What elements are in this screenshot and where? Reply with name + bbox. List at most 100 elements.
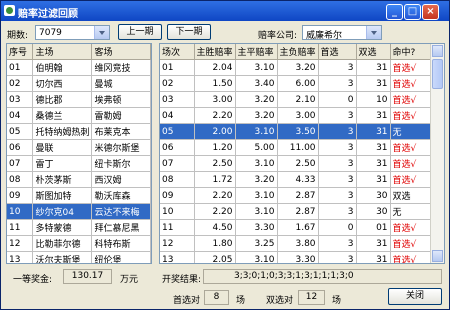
- table-cell: 0: [318, 91, 357, 108]
- chevron-down-icon[interactable]: [94, 26, 109, 39]
- table-row[interactable]: 12 1.80 3.25 3.80 3 31 首选√: [160, 235, 431, 252]
- table-cell: 09: [7, 187, 34, 204]
- double-correct-label: 双选对: [266, 296, 294, 306]
- table-row[interactable]: 12 比勒菲尔德 科特布斯: [7, 235, 151, 252]
- table-row[interactable]: 10 纱尔克04 云达不来梅: [7, 203, 151, 220]
- table-row[interactable]: 10 2.20 3.10 2.87 3 30 无: [160, 203, 431, 220]
- table-row[interactable]: 06 1.20 5.00 11.00 3 31 首选√: [160, 139, 431, 156]
- table-cell: 12: [7, 235, 34, 252]
- chevron-down-icon[interactable]: [366, 26, 381, 39]
- scroll-down-icon[interactable]: [432, 250, 443, 262]
- table-row[interactable]: 02 切尔西 曼城: [7, 75, 151, 92]
- table-cell: 10: [356, 91, 391, 108]
- table-row[interactable]: 07 雷丁 纽卡斯尔: [7, 155, 151, 172]
- matches-table[interactable]: 序号 主场 客场 01 伯明翰 维冈竞技 02 切尔西 曼城 03 德比郡 埃弗顿 04 桑德兰 雷勒姆 0…: [6, 43, 152, 264]
- table-cell: 3: [318, 235, 357, 252]
- scroll-up-icon[interactable]: [432, 45, 443, 57]
- table-row[interactable]: 03 德比郡 埃弗顿: [7, 91, 151, 108]
- odds-header-1[interactable]: 主胜赔率: [194, 44, 236, 60]
- table-row[interactable]: 08 1.72 3.20 4.33 3 31 首选√: [160, 171, 431, 188]
- table-cell: 无: [390, 203, 431, 220]
- odds-header-0[interactable]: 场次: [160, 44, 195, 60]
- table-cell: 31: [356, 75, 391, 92]
- table-row[interactable]: 08 朴茨茅斯 西汉姆: [7, 171, 151, 188]
- table-row[interactable]: 03 3.00 3.20 2.10 0 10 首选√: [160, 91, 431, 108]
- table-row[interactable]: 06 曼联 米德尔斯堡: [7, 139, 151, 156]
- table-row[interactable]: 13 沃尔夫斯堡 纽伦堡: [7, 251, 151, 263]
- table-cell: 埃弗顿: [91, 91, 151, 108]
- next-period-button[interactable]: 下一期: [167, 24, 211, 40]
- table-cell: 04: [7, 107, 34, 124]
- table-cell: 1.20: [194, 139, 236, 156]
- table-cell: 首选√: [390, 171, 431, 188]
- table-cell: 6.00: [277, 75, 319, 92]
- table-row[interactable]: 13 2.05 3.10 3.30 3 31 首选√: [160, 251, 431, 263]
- table-cell: 维冈竞技: [91, 59, 151, 76]
- table-cell: 2.05: [194, 251, 236, 263]
- table-cell: 伯明翰: [32, 59, 93, 76]
- first-correct-label: 首选对: [173, 296, 201, 306]
- odds-table[interactable]: 场次 主胜赔率 主平赔率 主负赔率 首选 双选 命中? 01 2.04 3.10 3.20 3 31 首…: [159, 43, 445, 264]
- table-row[interactable]: 04 2.20 3.20 3.00 3 31 首选√: [160, 107, 431, 124]
- table-row[interactable]: 11 4.50 3.30 1.67 0 01 首选√: [160, 219, 431, 236]
- table-cell: 2.00: [194, 123, 236, 140]
- table-cell: 3.80: [277, 235, 319, 252]
- table-cell: 08: [160, 171, 195, 188]
- table-cell: 4.33: [277, 171, 319, 188]
- table-row[interactable]: 05 2.00 3.10 3.50 3 31 无: [160, 123, 431, 140]
- matches-grid: 序号 主场 客场 01 伯明翰 维冈竞技 02 切尔西 曼城 03 德比郡 埃弗顿 04 桑德兰 雷勒姆 0…: [7, 44, 151, 263]
- table-cell: 首选√: [390, 155, 431, 172]
- table-cell: 2.50: [277, 155, 319, 172]
- table-cell: 无: [390, 123, 431, 140]
- maximize-button[interactable]: □: [404, 4, 421, 20]
- table-row[interactable]: 05 托特纳姆热刺 布莱克本: [7, 123, 151, 140]
- table-cell: 2.50: [194, 155, 236, 172]
- table-row[interactable]: 01 伯明翰 维冈竞技: [7, 59, 151, 76]
- first-correct-field: 8: [204, 290, 229, 305]
- table-row[interactable]: 09 2.20 3.10 2.87 3 30 双选: [160, 187, 431, 204]
- odds-scrollbar[interactable]: [430, 44, 444, 263]
- table-cell: 11: [160, 219, 195, 236]
- odds-header-4[interactable]: 首选: [318, 44, 357, 60]
- table-cell: 德比郡: [32, 91, 93, 108]
- company-select[interactable]: 威廉希尔: [302, 25, 382, 41]
- table-cell: 首选√: [390, 59, 431, 76]
- table-cell: 首选√: [390, 219, 431, 236]
- matches-header-0[interactable]: 序号: [7, 44, 34, 60]
- table-cell: 3.25: [235, 235, 278, 252]
- table-cell: 03: [7, 91, 34, 108]
- table-cell: 2.04: [194, 59, 236, 76]
- table-cell: 3.00: [277, 107, 319, 124]
- table-cell: 01: [160, 59, 195, 76]
- title-bar[interactable]: 赔率过滤回顾 _ □ ×: [1, 1, 449, 21]
- table-cell: 4.50: [194, 219, 236, 236]
- table-cell: 1.72: [194, 171, 236, 188]
- odds-header-6[interactable]: 命中?: [390, 44, 431, 60]
- period-select[interactable]: 7079: [35, 25, 110, 40]
- matches-header-1[interactable]: 主场: [32, 44, 93, 60]
- scroll-thumb[interactable]: [432, 59, 443, 89]
- table-cell: 0: [318, 219, 357, 236]
- table-cell: 多特蒙德: [32, 219, 93, 236]
- odds-header-5[interactable]: 双选: [356, 44, 391, 60]
- table-row[interactable]: 02 1.50 3.40 6.00 3 31 首选√: [160, 75, 431, 92]
- table-cell: 雷勒姆: [91, 107, 151, 124]
- table-row[interactable]: 01 2.04 3.10 3.20 3 31 首选√: [160, 59, 431, 76]
- first-correct-unit: 场: [236, 296, 246, 306]
- minimize-button[interactable]: _: [386, 4, 403, 20]
- table-row[interactable]: 11 多特蒙德 拜仁慕尼黑: [7, 219, 151, 236]
- table-cell: 31: [356, 107, 391, 124]
- table-cell: 07: [160, 155, 195, 172]
- odds-header-2[interactable]: 主平赔率: [235, 44, 278, 60]
- table-cell: 30: [356, 203, 391, 220]
- table-row[interactable]: 09 斯图加特 勒沃库森: [7, 187, 151, 204]
- odds-header-3[interactable]: 主负赔率: [277, 44, 319, 60]
- table-row[interactable]: 04 桑德兰 雷勒姆: [7, 107, 151, 124]
- close-button[interactable]: 关闭: [388, 288, 442, 305]
- table-row[interactable]: 07 2.50 3.10 2.50 3 31 首选√: [160, 155, 431, 172]
- close-window-button[interactable]: ×: [422, 4, 439, 20]
- prev-period-button[interactable]: 上一期: [118, 24, 162, 40]
- table-cell: 30: [356, 187, 391, 204]
- table-cell: 2.20: [194, 187, 236, 204]
- matches-header-2[interactable]: 客场: [91, 44, 151, 60]
